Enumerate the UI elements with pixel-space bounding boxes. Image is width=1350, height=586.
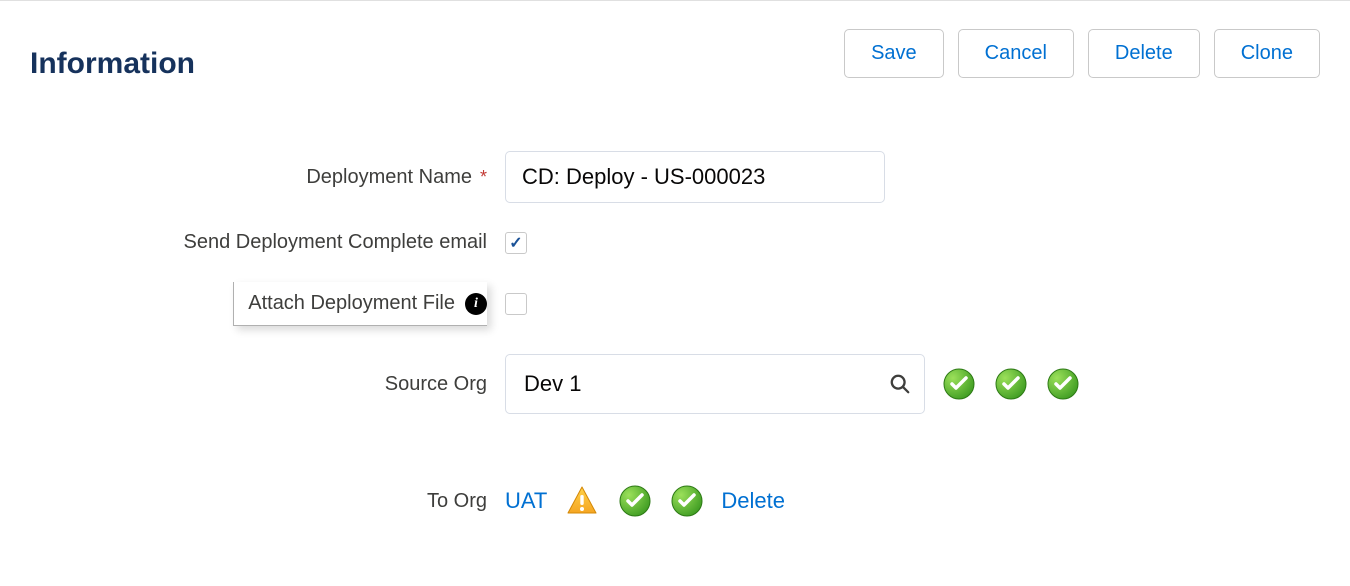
label-source-org: Source Org bbox=[385, 373, 487, 396]
row-to-org: To Org UAT Delete bbox=[30, 484, 1320, 518]
source-org-input[interactable] bbox=[505, 354, 925, 414]
check-icon: ✓ bbox=[509, 233, 522, 253]
panel-header: Information Save Cancel Delete Clone bbox=[30, 29, 1320, 81]
information-panel: Information Save Cancel Delete Clone Dep… bbox=[0, 1, 1350, 586]
form-body: Deployment Name * Send Deployment Comple… bbox=[30, 151, 1320, 518]
attach-file-callout: Attach Deployment File i bbox=[233, 282, 487, 326]
action-buttons: Save Cancel Delete Clone bbox=[844, 29, 1320, 78]
label-send-complete-email: Send Deployment Complete email bbox=[184, 231, 488, 254]
label-to-org: To Org bbox=[427, 490, 487, 513]
check-circle-icon bbox=[671, 485, 703, 517]
row-send-complete-email: Send Deployment Complete email ✓ bbox=[30, 231, 1320, 254]
to-org-delete-link[interactable]: Delete bbox=[721, 488, 785, 514]
source-org-lookup bbox=[505, 354, 925, 414]
label-deployment-name: Deployment Name * bbox=[30, 166, 505, 189]
row-deployment-name: Deployment Name * bbox=[30, 151, 1320, 203]
check-circle-icon bbox=[943, 368, 975, 400]
search-icon[interactable] bbox=[889, 373, 911, 395]
clone-button[interactable]: Clone bbox=[1214, 29, 1320, 78]
info-icon[interactable]: i bbox=[465, 293, 487, 315]
deployment-name-input[interactable] bbox=[505, 151, 885, 203]
required-indicator: * bbox=[480, 167, 487, 188]
check-circle-icon bbox=[1047, 368, 1079, 400]
label-attach-file: Attach Deployment File bbox=[248, 292, 455, 315]
row-source-org: Source Org bbox=[30, 354, 1320, 414]
to-org-link[interactable]: UAT bbox=[505, 488, 547, 514]
delete-button[interactable]: Delete bbox=[1088, 29, 1200, 78]
source-org-status-icons bbox=[943, 368, 1079, 400]
check-circle-icon bbox=[619, 485, 651, 517]
row-attach-file: Attach Deployment File i bbox=[30, 282, 1320, 326]
save-button[interactable]: Save bbox=[844, 29, 944, 78]
check-circle-icon bbox=[995, 368, 1027, 400]
to-org-status-icons bbox=[565, 484, 703, 518]
warning-triangle-icon bbox=[565, 484, 599, 518]
attach-file-checkbox[interactable] bbox=[505, 293, 527, 315]
cancel-button[interactable]: Cancel bbox=[958, 29, 1074, 78]
send-complete-email-checkbox[interactable]: ✓ bbox=[505, 232, 527, 254]
label-text: Deployment Name bbox=[306, 166, 472, 189]
section-title: Information bbox=[30, 47, 195, 81]
